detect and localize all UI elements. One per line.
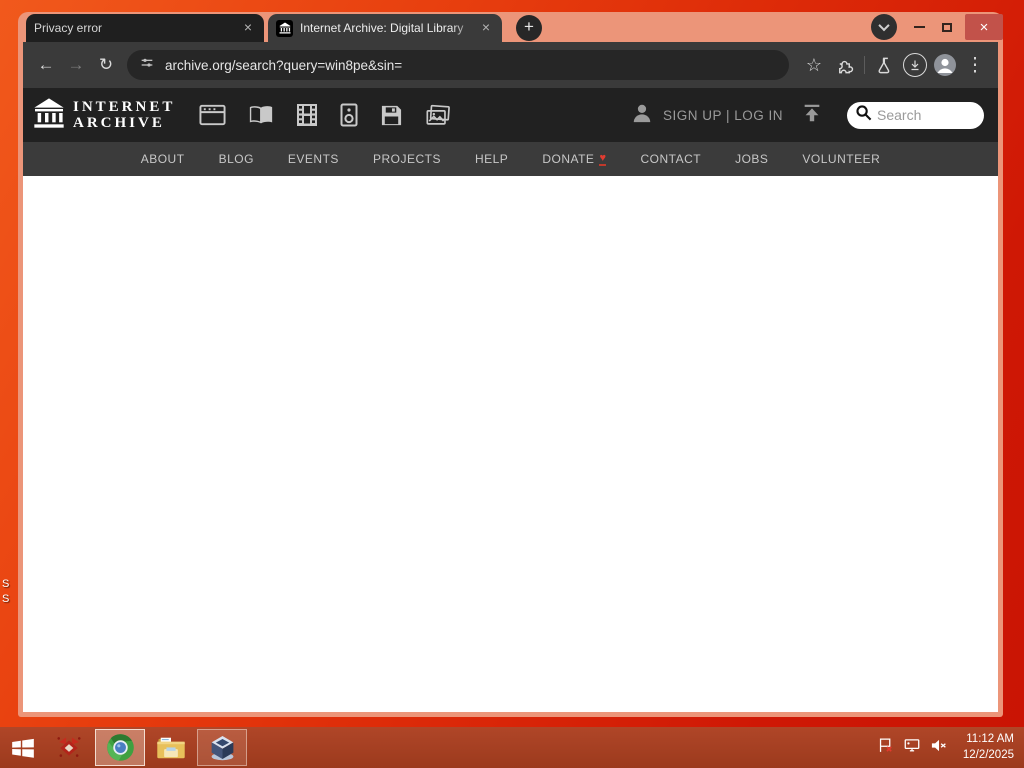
volume-muted-icon[interactable] [930,737,948,759]
nav-help[interactable]: HELP [475,152,508,166]
search-results-area [23,176,998,712]
maximize-icon [942,22,952,32]
search-icon [855,104,872,126]
internet-archive-logo-icon[interactable] [33,97,65,134]
close-window-button[interactable]: × [965,14,1003,40]
minimize-button[interactable] [905,14,933,40]
browser-window: Privacy error × Internet Archive: Digita… [18,12,1003,717]
site-settings-icon[interactable] [139,55,155,76]
chevron-down-icon [878,19,890,32]
system-tray: 11:12 AM 12/2/2025 [877,732,1024,763]
network-icon[interactable] [903,737,921,759]
internet-archive-header: INTERNET ARCHIVE SIGN UP | LOG IN Search [23,88,998,142]
downloads-button[interactable] [900,50,930,80]
texts-book-icon[interactable] [248,104,274,126]
tab-search-button[interactable] [871,14,897,40]
download-icon [903,53,927,77]
profile-avatar[interactable] [930,50,960,80]
nav-blog[interactable]: BLOG [219,152,254,166]
tab-internet-archive[interactable]: Internet Archive: Digital Library × [268,14,502,42]
site-search-box[interactable] [847,101,984,129]
nav-jobs[interactable]: JOBS [735,152,768,166]
tab-strip: Privacy error × Internet Archive: Digita… [18,12,1003,42]
upload-icon[interactable] [801,102,823,129]
internet-archive-wordmark[interactable]: INTERNET ARCHIVE [73,99,175,132]
tab-privacy-error[interactable]: Privacy error × [26,14,264,42]
close-tab-icon[interactable]: × [240,20,256,36]
tab-title: Privacy error [34,21,103,35]
new-tab-button[interactable]: + [516,15,542,41]
internet-archive-favicon-icon [276,19,293,37]
taskbar: 11:12 AM 12/2/2025 [0,727,1024,768]
desktop: S S Privacy error × Internet Archive: Di… [0,0,1024,768]
labs-flask-icon[interactable] [870,50,900,80]
nav-donate[interactable]: DONATE ♥ [542,152,607,166]
nav-events[interactable]: EVENTS [288,152,339,166]
site-nav: ABOUT BLOG EVENTS PROJECTS HELP DONATE ♥… [23,142,998,176]
back-button[interactable]: ← [31,50,61,80]
video-film-icon[interactable] [296,103,318,127]
window-controls: × [871,12,1003,42]
maximize-button[interactable] [933,14,961,40]
clock-date: 12/2/2025 [962,748,1014,761]
audio-speaker-icon[interactable] [340,103,358,127]
url-text[interactable]: archive.org/search?query=win8pe&sin= [165,58,402,73]
action-center-flag-icon[interactable] [877,737,894,759]
nav-donate-label: DONATE [542,152,595,166]
toolbar-divider [864,56,865,74]
close-tab-icon[interactable]: × [478,20,494,36]
nav-contact[interactable]: CONTACT [640,152,701,166]
header-account-area: SIGN UP | LOG IN [631,101,984,129]
signup-login-link[interactable]: SIGN UP | LOG IN [663,108,783,123]
search-input[interactable] [877,107,977,123]
nav-volunteer[interactable]: VOLUNTEER [802,152,880,166]
clock-time: 11:12 AM [966,732,1014,745]
web-icon[interactable] [199,104,226,126]
start-button[interactable] [0,727,46,768]
virtualbox-taskbar-button[interactable] [197,729,247,766]
software-floppy-icon[interactable] [380,104,403,127]
heart-icon: ♥ [599,152,607,166]
browser-taskbar-button[interactable] [95,729,145,766]
desktop-icon-label[interactable]: S [2,578,9,590]
nav-projects[interactable]: PROJECTS [373,152,441,166]
file-explorer-icon[interactable] [148,727,194,768]
reload-button[interactable]: ↻ [91,50,121,80]
person-icon [631,102,653,129]
browser-toolbar: ← → ↻ archive.org/search?query=win8pe&si… [23,42,998,88]
minimize-icon [913,26,925,28]
images-photos-icon[interactable] [425,104,451,127]
page-content: INTERNET ARCHIVE SIGN UP | LOG IN Search… [23,88,998,712]
extensions-icon[interactable] [829,50,859,80]
pinned-app-icon[interactable] [46,727,92,768]
url-bar[interactable]: archive.org/search?query=win8pe&sin= [127,50,789,80]
forward-button[interactable]: → [61,50,91,80]
bookmark-star-icon[interactable]: ☆ [799,50,829,80]
taskbar-clock[interactable]: 11:12 AM 12/2/2025 [963,732,1014,763]
tab-title: Internet Archive: Digital Library [300,21,464,35]
desktop-icon-label[interactable]: S [2,593,9,605]
media-type-nav [199,103,451,127]
nav-about[interactable]: ABOUT [141,152,185,166]
menu-icon[interactable]: ⋮ [960,50,990,80]
